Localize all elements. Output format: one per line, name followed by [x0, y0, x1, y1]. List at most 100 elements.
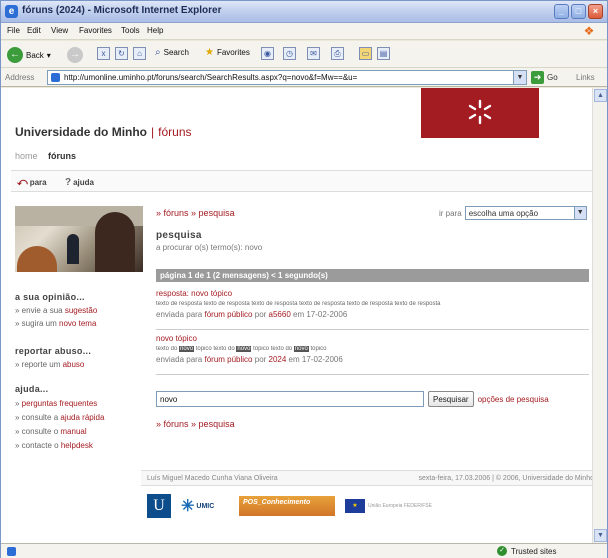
scroll-down-icon[interactable]: ▼ — [594, 529, 607, 542]
stop-button[interactable]: x — [97, 47, 110, 60]
header-separator: | — [151, 125, 155, 139]
eu-flag-icon: ★ — [345, 499, 365, 513]
maximize-button[interactable]: □ — [571, 4, 586, 19]
media-button[interactable]: ◉ — [261, 47, 274, 60]
address-label: Address — [5, 73, 35, 82]
help-heading: ajuda... — [15, 384, 49, 394]
vertical-scrollbar[interactable]: ▲ ▼ — [592, 88, 607, 543]
result-title-link[interactable]: resposta: novo tópico — [156, 289, 589, 298]
links-button[interactable]: Links — [576, 73, 595, 82]
university-name[interactable]: Universidade do Minho — [15, 125, 147, 139]
pos-conhecimento-logo: POS_Conhecimento — [239, 496, 335, 516]
research-icon: ▤ — [377, 47, 390, 60]
report-heading: reportar abuso... — [15, 346, 92, 356]
help-link[interactable]: ? ajuda — [65, 177, 94, 188]
checkmark-icon: ✓ — [497, 546, 507, 556]
new-theme-link[interactable]: novo tema — [59, 319, 96, 328]
menu-tools[interactable]: Tools — [121, 26, 140, 35]
refresh-button[interactable]: ↻ — [115, 47, 128, 60]
goto-select[interactable]: escolha uma opção ▼ — [464, 206, 587, 220]
window-title: fóruns (2024) - Microsoft Internet Explo… — [22, 5, 222, 16]
favorites-button[interactable]: ★ Favorites — [205, 47, 250, 58]
research-button[interactable]: ▤ — [377, 47, 390, 60]
page-icon — [51, 73, 60, 82]
goto-control: ir para escolha uma opção ▼ — [439, 206, 587, 220]
menu-file[interactable]: File — [7, 26, 20, 35]
scroll-up-icon[interactable]: ▲ — [594, 89, 607, 102]
suggestion-link[interactable]: sugestão — [65, 306, 97, 315]
result-meta: enviada para fórum público por a5660 em … — [156, 310, 348, 319]
go-arrow-icon: ➜ — [531, 71, 544, 84]
crumb-foruns[interactable]: » fóruns — [156, 208, 189, 218]
search-button[interactable]: ⌕ Search — [155, 47, 189, 58]
crumb-foruns[interactable]: » fóruns — [156, 419, 189, 429]
partner-logos: U ✳ UMIC POS_Conhecimento ★ União Europe… — [147, 493, 432, 519]
page-content: Universidade do Minho | fóruns home fóruns… — [1, 88, 607, 543]
quick-help-link[interactable]: ajuda rápida — [60, 413, 104, 422]
result-snippet: texto do novo tópico texto do novo tópic… — [156, 346, 327, 352]
security-zone: ✓ Trusted sites — [497, 546, 557, 556]
eu-logo: ★ União Europeia FEDER/FSE — [345, 499, 432, 513]
print-button[interactable]: ⎙ — [331, 47, 344, 60]
result-snippet: texto de resposta texto de resposta text… — [156, 301, 441, 307]
new-theme-item: » sugira um novo tema — [15, 319, 97, 328]
classroom-photo — [15, 206, 143, 272]
address-url: http://umonline.uminho.pt/foruns/search/… — [64, 73, 358, 82]
result-title-link[interactable]: novo tópico — [156, 334, 589, 343]
page-footer: Luís Miguel Macedo Cunha Viana Oliveira … — [141, 470, 596, 486]
minimize-button[interactable]: _ — [554, 4, 569, 19]
toolbar: ← Back ▾ → x ↻ ⌂ ⌕ Search ★ Favorites ◉ … — [1, 41, 607, 68]
suggestion-item: » envie a sua sugestão — [15, 306, 98, 315]
history-button[interactable]: ◷ — [283, 47, 296, 60]
crumb-pesquisa[interactable]: » pesquisa — [191, 208, 235, 218]
manual-item: » consulte o manual — [15, 427, 87, 436]
close-button[interactable]: × — [588, 4, 603, 19]
address-dropdown-icon[interactable]: ▼ — [513, 71, 526, 84]
home-icon: ⌂ — [133, 47, 146, 60]
author-link[interactable]: a5660 — [269, 310, 291, 319]
search-terms-text: a procurar o(s) termo(s): novo — [156, 243, 263, 252]
search-submit-button[interactable]: Pesquisar — [428, 391, 474, 407]
exit-link[interactable]: ⤺ para — [17, 177, 47, 188]
folder-button[interactable]: ▭ — [359, 47, 372, 60]
breadcrumb-home[interactable]: home — [15, 151, 38, 161]
crumb-pesquisa[interactable]: » pesquisa — [191, 419, 235, 429]
menu-view[interactable]: View — [51, 26, 68, 35]
umic-star-icon: ✳ — [181, 498, 195, 515]
search-input[interactable] — [156, 391, 424, 407]
goto-label: ir para — [439, 208, 462, 218]
windows-logo-icon: ❖ — [583, 24, 595, 38]
go-button[interactable]: ➜ Go — [531, 71, 558, 84]
title-bar: e fóruns (2024) - Microsoft Internet Exp… — [1, 1, 607, 23]
mail-icon: ✉ — [307, 47, 320, 60]
uminho-logo-icon — [468, 99, 492, 125]
back-button[interactable]: ← Back ▾ — [7, 47, 51, 63]
forum-link[interactable]: fórum público — [204, 310, 252, 319]
forward-arrow-icon: → — [67, 47, 83, 63]
section-name[interactable]: fóruns — [158, 125, 191, 139]
menu-help[interactable]: Help — [147, 26, 163, 35]
search-highlight: novo — [179, 346, 195, 352]
forward-button[interactable]: → — [67, 47, 83, 63]
helpdesk-link[interactable]: helpdesk — [61, 441, 93, 450]
menu-edit[interactable]: Edit — [27, 26, 41, 35]
search-highlight: novo — [293, 346, 309, 352]
author-link[interactable]: 2024 — [269, 355, 287, 364]
manual-link[interactable]: manual — [60, 427, 86, 436]
address-bar: Address http://umonline.uminho.pt/foruns… — [1, 68, 607, 87]
mail-button[interactable]: ✉ — [307, 47, 320, 60]
menu-favorites[interactable]: Favorites — [79, 26, 112, 35]
status-bar: ✓ Trusted sites — [1, 543, 607, 558]
faq-link[interactable]: perguntas frequentes — [22, 399, 98, 408]
abuse-link[interactable]: abuso — [63, 360, 85, 369]
star-icon: ★ — [205, 47, 214, 58]
search-options-link[interactable]: opções de pesquisa — [478, 395, 549, 404]
address-input[interactable]: http://umonline.uminho.pt/foruns/search/… — [47, 70, 527, 85]
result-meta: enviada para fórum público por 2024 em 1… — [156, 355, 343, 364]
home-button[interactable]: ⌂ — [133, 47, 146, 60]
action-bar: ⤺ para ? ajuda — [11, 170, 597, 192]
footer-author: Luís Miguel Macedo Cunha Viana Oliveira — [147, 475, 278, 482]
stop-icon: x — [97, 47, 110, 60]
forum-link[interactable]: fórum público — [204, 355, 252, 364]
search-icon: ⌕ — [155, 47, 161, 58]
